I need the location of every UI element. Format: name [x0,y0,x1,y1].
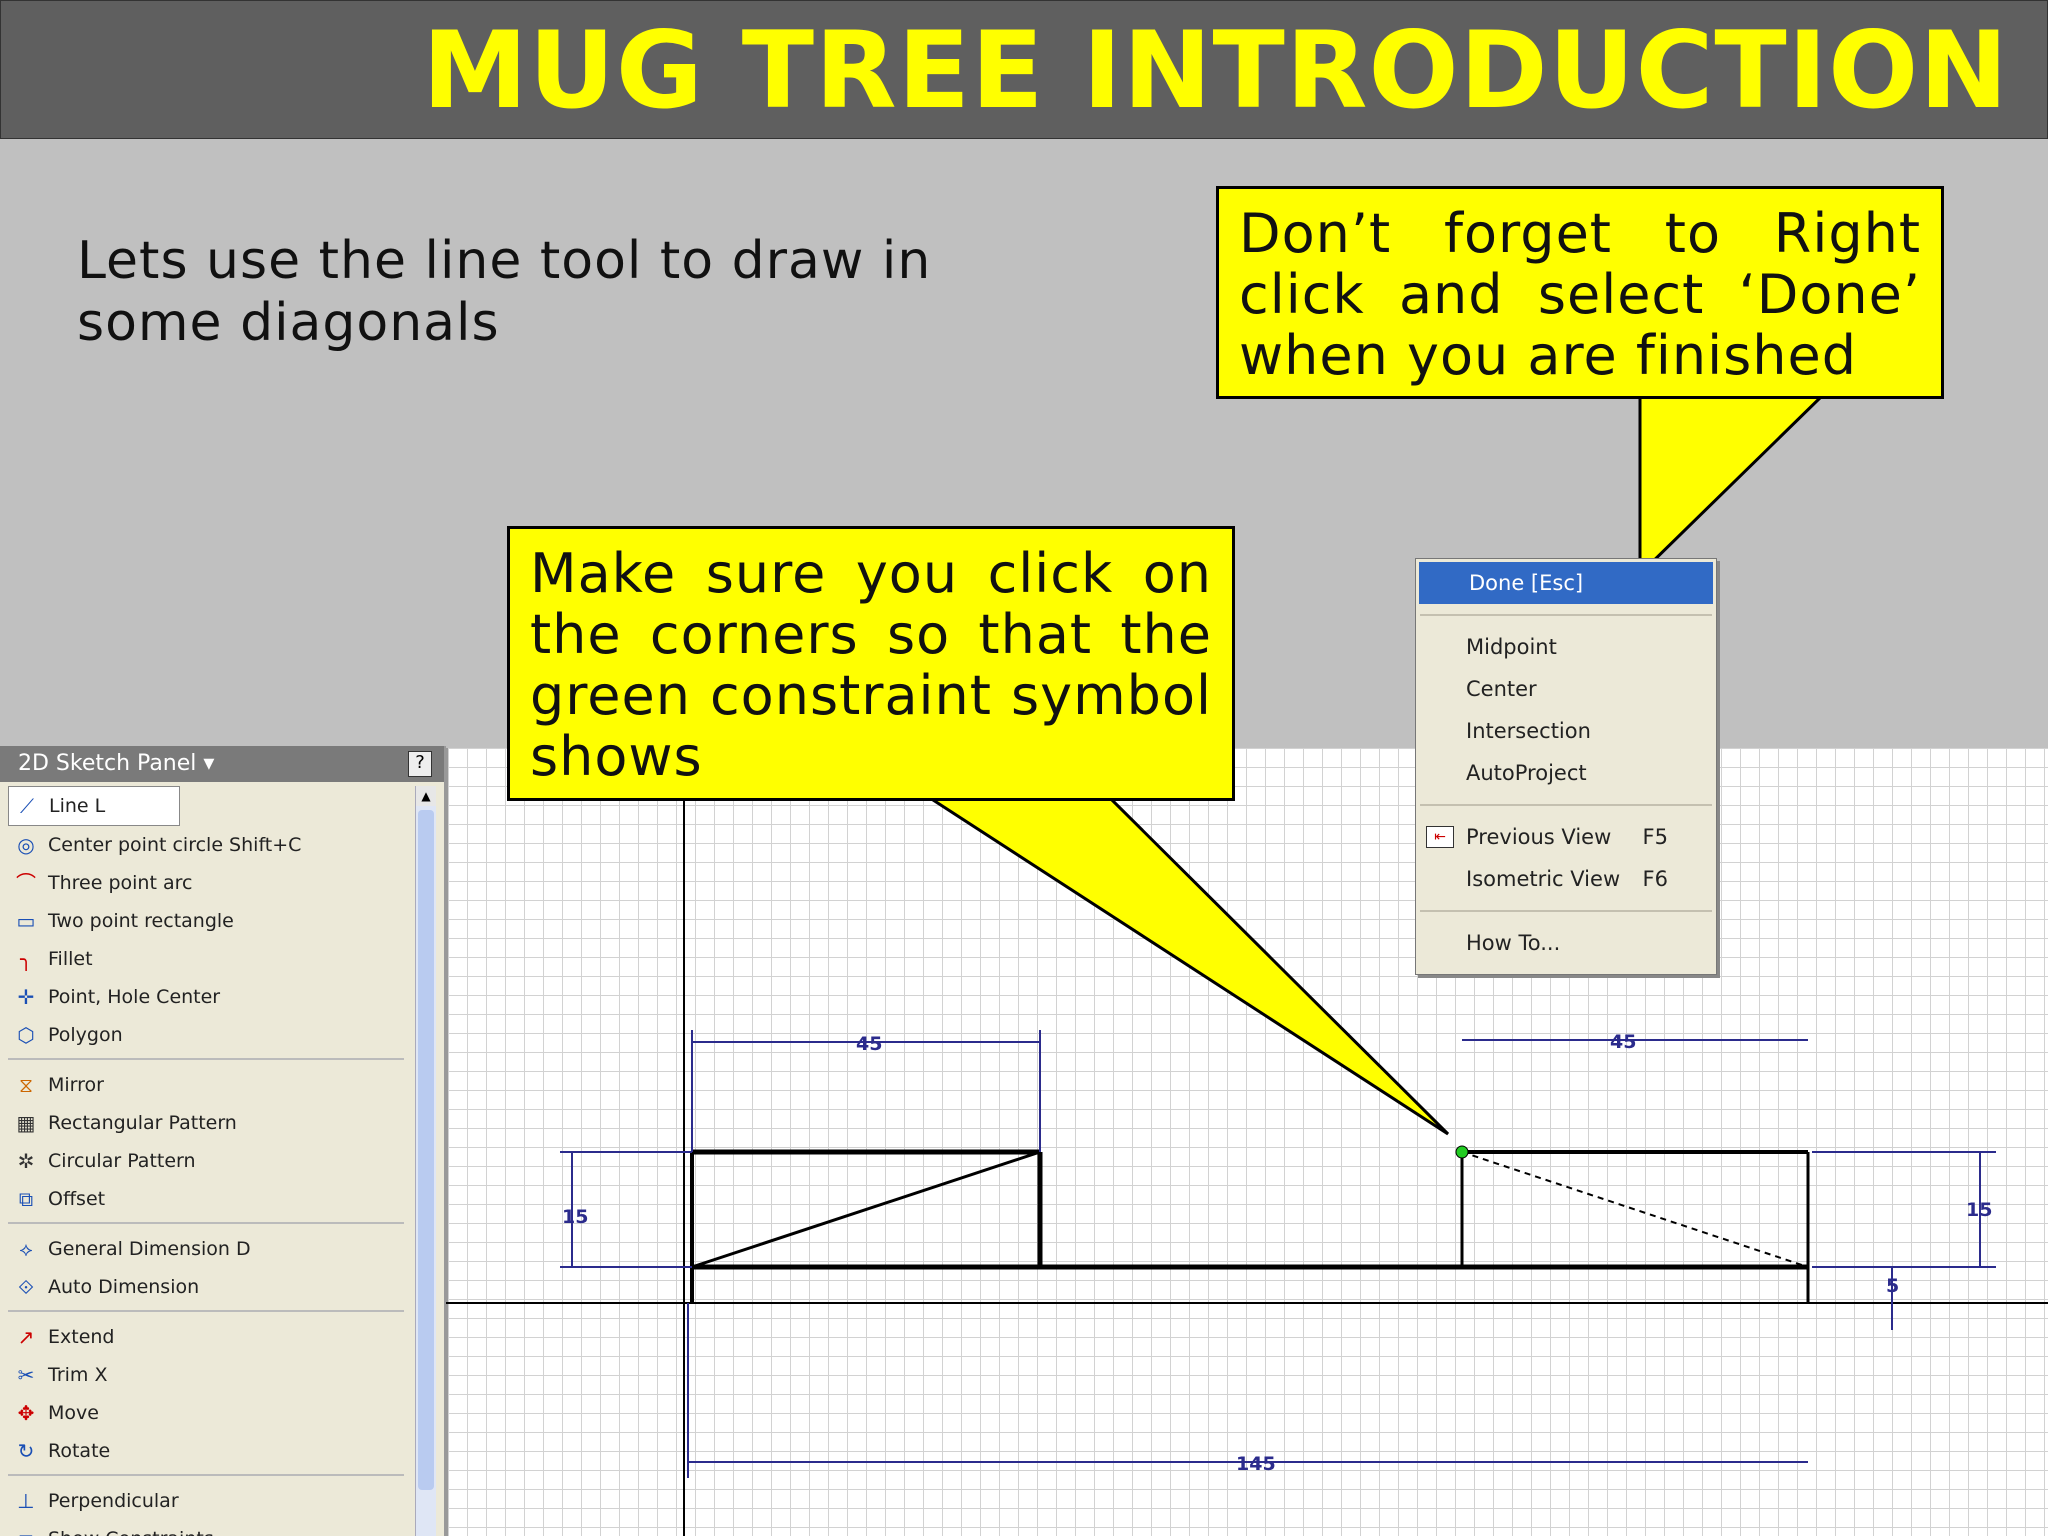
circ-pattern-icon: ✲ [17,1149,35,1173]
rectangle-icon: ▭ [16,909,36,933]
tool-trim[interactable]: ✂ Trim X [8,1356,404,1394]
menu-item-intersection[interactable]: Intersection [1416,710,1716,752]
context-menu: Done [Esc] Midpoint Center Intersection … [1415,558,1717,975]
tool-three-point-arc[interactable]: ⌒ Three point arc [8,864,404,902]
separator [8,1474,404,1476]
separator [8,1310,404,1312]
corners-callout: Make sure you click on the corners so th… [507,526,1235,801]
tool-line[interactable]: ⟋ Line L [8,786,180,826]
menu-item-midpoint[interactable]: Midpoint [1416,626,1716,668]
green-constraint-point [1455,1145,1469,1159]
dim-top-right: 45 [1610,1031,1636,1053]
menu-item-center[interactable]: Center [1416,668,1716,710]
auto-dimension-icon: ⟐ [18,1275,34,1299]
previous-view-icon: ⇤ [1426,826,1454,848]
tool-rotate[interactable]: ↻ Rotate [8,1432,404,1470]
tool-offset[interactable]: ⧉ Offset [8,1180,404,1218]
tool-extend[interactable]: ↗ Extend [8,1318,404,1356]
sketch-panel: 2D Sketch Panel ▾ ? ⟋ Line L ◎ Center poin… [0,746,446,1536]
line-icon: ⟋ [20,794,34,818]
dim-base: 5 [1886,1275,1899,1297]
dropdown-arrow-icon[interactable]: ▾ [203,751,214,776]
dim-right-height: 15 [1966,1199,1992,1221]
help-button[interactable]: ? [408,751,432,777]
arc-icon: ⌒ [16,871,36,895]
menu-item-how-to[interactable]: How To... [1416,922,1716,964]
done-callout: Don’t forget to Right click and select ‘… [1216,186,1944,399]
tool-fillet[interactable]: ╮ Fillet [8,940,404,978]
tool-mirror[interactable]: ⧖ Mirror [8,1066,404,1104]
rotate-icon: ↻ [17,1439,35,1463]
menu-separator [1420,614,1712,616]
move-icon: ✥ [17,1401,35,1425]
right-diagonal-preview [1461,1151,1809,1268]
panel-header[interactable]: 2D Sketch Panel ▾ ? [0,746,444,782]
menu-separator [1420,804,1712,806]
point-icon: ✛ [17,985,35,1009]
rect-pattern-icon: ▦ [16,1111,36,1135]
tool-general-dimension[interactable]: ⟡ General Dimension D [8,1230,404,1268]
mirror-icon: ⧖ [18,1073,34,1097]
menu-item-previous-view[interactable]: ⇤ Previous View F5 [1416,816,1716,858]
previous-view-label: Previous View [1466,825,1612,849]
offset-icon: ⧉ [18,1187,34,1211]
tool-rectangular-pattern[interactable]: ▦ Rectangular Pattern [8,1104,404,1142]
panel-title: 2D Sketch Panel [18,751,197,776]
tool-center-circle[interactable]: ◎ Center point circle Shift+C [8,826,404,864]
tool-auto-dimension[interactable]: ⟐ Auto Dimension [8,1268,404,1306]
polygon-icon: ⬡ [17,1023,35,1047]
panel-scrollbar[interactable]: ▲ [415,786,436,1536]
previous-view-shortcut: F5 [1642,825,1668,849]
menu-item-isometric-view[interactable]: Isometric View F6 [1416,858,1716,900]
trim-icon: ✂ [17,1363,35,1387]
circle-icon: ◎ [17,833,35,857]
constraints-icon: ≡ [14,1527,38,1536]
tool-point[interactable]: ✛ Point, Hole Center [8,978,404,1016]
left-diagonal [691,1150,1041,1269]
tool-move[interactable]: ✥ Move [8,1394,404,1432]
dim-top-left: 45 [856,1033,882,1055]
menu-item-done[interactable]: Done [Esc] [1419,562,1713,604]
menu-separator [1420,910,1712,912]
tool-circular-pattern[interactable]: ✲ Circular Pattern [8,1142,404,1180]
separator [8,1222,404,1224]
extend-icon: ↗ [17,1325,35,1349]
scroll-up-icon[interactable]: ▲ [416,786,436,806]
separator [8,1058,404,1060]
scroll-thumb[interactable] [418,810,434,1490]
isometric-view-label: Isometric View [1466,867,1621,891]
tool-list: ⟋ Line L ◎ Center point circle Shift+C ⌒ Th… [8,786,404,1536]
tool-polygon[interactable]: ⬡ Polygon [8,1016,404,1054]
dimension-icon: ⟡ [19,1237,33,1261]
fillet-icon: ╮ [19,947,33,971]
tool-rectangle[interactable]: ▭ Two point rectangle [8,902,404,940]
menu-item-autoproject[interactable]: AutoProject [1416,752,1716,794]
tool-show-constraints[interactable]: ≡Show Constraints [8,1520,404,1536]
dim-left-height: 15 [562,1206,588,1228]
dim-bottom: 145 [1236,1453,1276,1475]
isometric-view-shortcut: F6 [1642,867,1668,891]
perpendicular-icon: ⊥ [17,1489,35,1513]
tool-perpendicular[interactable]: ⊥ Perpendicular [8,1482,404,1520]
